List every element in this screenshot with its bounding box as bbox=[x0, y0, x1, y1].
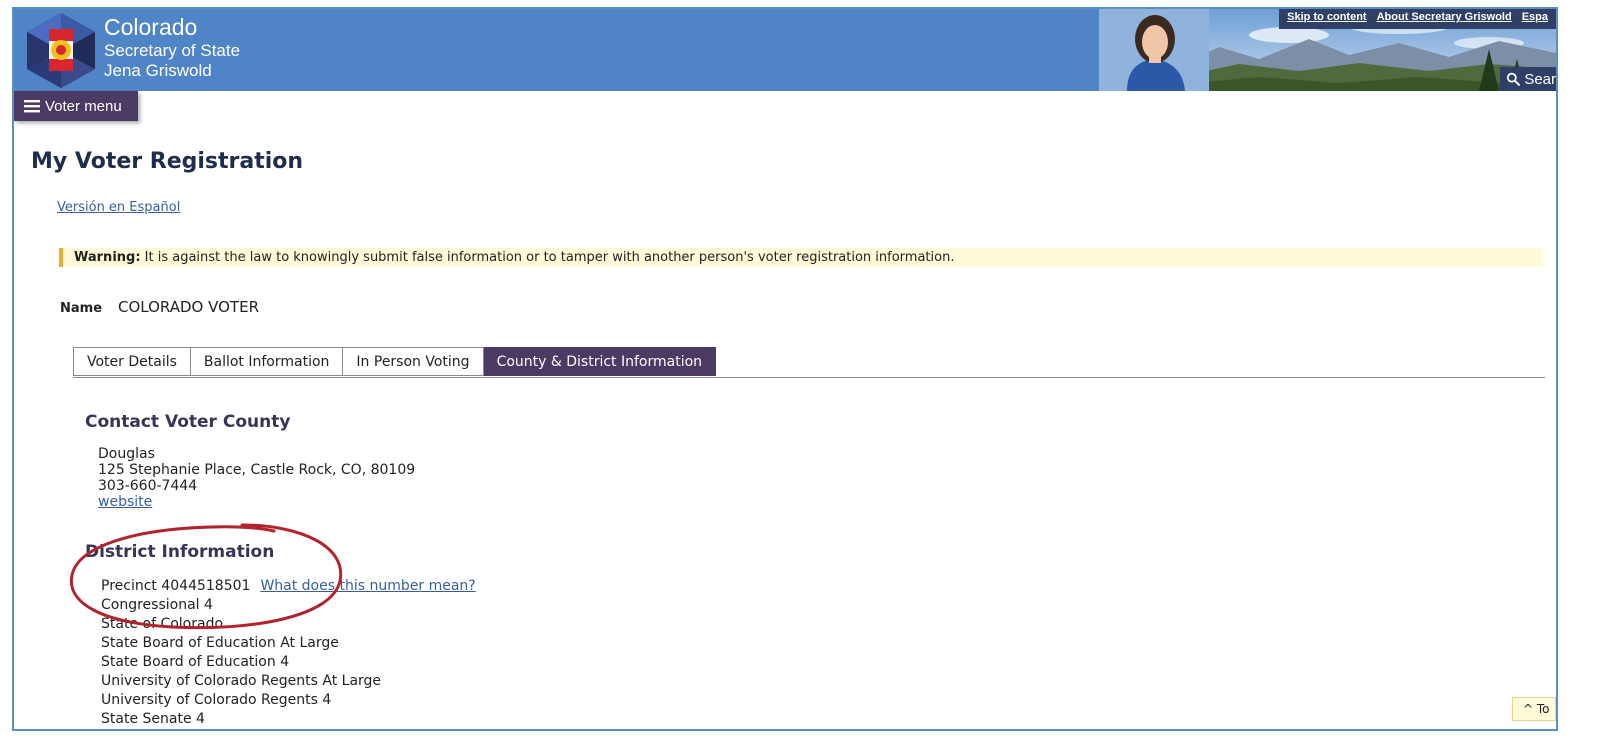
voter-menu-label: Voter menu bbox=[45, 97, 122, 115]
tabs-divider bbox=[73, 377, 1545, 378]
colorado-logo-icon[interactable] bbox=[22, 11, 100, 89]
about-secretary-link[interactable]: About Secretary Griswold bbox=[1377, 11, 1512, 29]
utility-links: Skip to content About Secretary Griswold… bbox=[1279, 9, 1556, 29]
county-phone: 303-660-7444 bbox=[98, 478, 198, 494]
tab-county-district-information[interactable]: County & District Information bbox=[483, 347, 717, 376]
voter-menu-button[interactable]: Voter menu bbox=[14, 91, 138, 121]
district-info-list: Precinct 4044518501 What does this number… bbox=[101, 577, 476, 729]
hamburger-icon bbox=[24, 100, 40, 113]
warning-text: It is against the law to knowingly submi… bbox=[140, 250, 955, 265]
precinct-number: Precinct 4044518501 bbox=[101, 578, 251, 594]
district-item: State of Colorado bbox=[101, 616, 224, 632]
site-header: Colorado Secretary of State Jena Griswol… bbox=[14, 9, 1556, 91]
county-name: Douglas bbox=[98, 446, 155, 462]
tab-ballot-information[interactable]: Ballot Information bbox=[190, 347, 344, 376]
warning-banner: Warning: It is against the law to knowin… bbox=[59, 248, 1543, 267]
skip-to-content-link[interactable]: Skip to content bbox=[1287, 11, 1366, 29]
district-item: University of Colorado Regents At Large bbox=[101, 673, 382, 689]
search-button-label: Sear bbox=[1524, 70, 1556, 88]
back-to-top-button[interactable]: ^ To bbox=[1512, 697, 1556, 721]
tab-voter-details[interactable]: Voter Details bbox=[73, 347, 191, 376]
county-website-link[interactable]: website bbox=[98, 494, 152, 510]
voter-name-value: COLORADO VOTER bbox=[118, 298, 259, 316]
county-address: 125 Stephanie Place, Castle Rock, CO, 80… bbox=[98, 462, 416, 478]
district-item: University of Colorado Regents 4 bbox=[101, 692, 332, 708]
voter-name-label: Name bbox=[60, 301, 103, 316]
district-item: State Board of Education 4 bbox=[101, 654, 290, 670]
site-title[interactable]: Colorado Secretary of State Jena Griswol… bbox=[104, 15, 240, 80]
site-title-office: Secretary of State bbox=[104, 41, 241, 61]
search-button[interactable]: Sear bbox=[1500, 67, 1556, 91]
warning-label: Warning: bbox=[74, 250, 141, 265]
browser-frame: Colorado Secretary of State Jena Griswol… bbox=[12, 7, 1558, 731]
district-item: Congressional 4 bbox=[101, 597, 213, 613]
voter-name-row: Name COLORADO VOTER bbox=[60, 298, 259, 316]
precinct-help-link[interactable]: What does this number mean? bbox=[260, 578, 475, 594]
tab-in-person-voting[interactable]: In Person Voting bbox=[343, 347, 484, 376]
site-title-name: Jena Griswold bbox=[104, 60, 212, 80]
precinct-row: Precinct 4044518501 What does this number… bbox=[101, 577, 476, 596]
district-item: State Board of Education At Large bbox=[101, 635, 339, 651]
espanol-header-link[interactable]: Espa bbox=[1522, 11, 1548, 29]
site-title-state: Colorado bbox=[104, 14, 198, 40]
registration-tabs: Voter Details Ballot Information In Pers… bbox=[73, 347, 717, 376]
district-item: State Senate 4 bbox=[101, 711, 205, 727]
district-information-heading: District Information bbox=[85, 542, 275, 562]
page-title: My Voter Registration bbox=[31, 149, 304, 174]
contact-county-info: Douglas 125 Stephanie Place, Castle Rock… bbox=[98, 446, 415, 510]
spanish-version-link[interactable]: Versión en Español bbox=[57, 200, 180, 215]
contact-county-heading: Contact Voter County bbox=[85, 412, 291, 432]
search-icon bbox=[1506, 72, 1520, 86]
